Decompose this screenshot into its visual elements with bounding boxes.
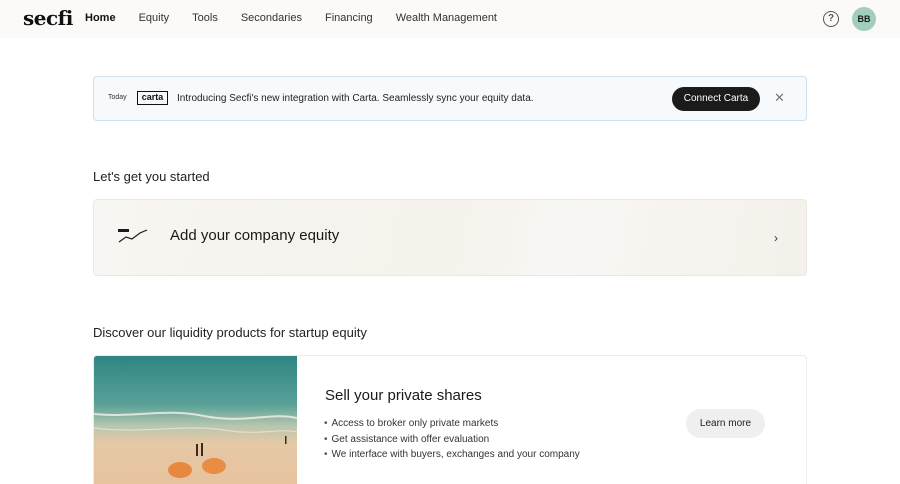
nav-item-tools[interactable]: Tools	[192, 12, 218, 24]
question-circle-icon[interactable]: ?	[823, 11, 839, 27]
feature-list: Access to broker only private markets Ge…	[324, 416, 580, 463]
liquidity-heading: Discover our liquidity products for star…	[93, 325, 367, 340]
sell-shares-title: Sell your private shares	[325, 387, 482, 404]
carta-logo: carta	[137, 91, 168, 105]
connect-carta-button[interactable]: Connect Carta	[672, 87, 760, 111]
carta-integration-banner: Today carta Introducing Secfi's new inte…	[93, 76, 807, 121]
getting-started-heading: Let's get you started	[93, 169, 210, 184]
list-item: We interface with buyers, exchanges and …	[324, 447, 580, 463]
sell-shares-card: Sell your private shares Access to broke…	[93, 355, 807, 484]
secfi-logo[interactable]: secfi	[23, 6, 73, 30]
nav-item-wealth-management[interactable]: Wealth Management	[396, 12, 497, 24]
learn-more-button[interactable]: Learn more	[686, 409, 765, 438]
nav-item-financing[interactable]: Financing	[325, 12, 373, 24]
nav-item-home[interactable]: Home	[85, 12, 116, 24]
add-equity-title: Add your company equity	[170, 227, 340, 244]
chevron-right-icon[interactable]: ›	[774, 231, 778, 245]
banner-message: Introducing Secfi's new integration with…	[177, 93, 534, 104]
line-chart-icon	[118, 229, 148, 243]
close-icon[interactable]: ✕	[774, 91, 785, 105]
add-equity-card[interactable]: Add your company equity ›	[93, 199, 807, 276]
list-item: Access to broker only private markets	[324, 416, 580, 432]
nav-item-secondaries[interactable]: Secondaries	[241, 12, 302, 24]
top-nav-bar: secfi Home Equity Tools Secondaries Fina…	[0, 0, 900, 38]
nav-item-equity[interactable]: Equity	[139, 12, 170, 24]
banner-date: Today	[108, 94, 127, 101]
list-item: Get assistance with offer evaluation	[324, 432, 580, 448]
beach-aerial-photo	[94, 356, 297, 484]
main-nav: Home Equity Tools Secondaries Financing …	[85, 12, 520, 24]
avatar[interactable]: BB	[852, 7, 876, 31]
